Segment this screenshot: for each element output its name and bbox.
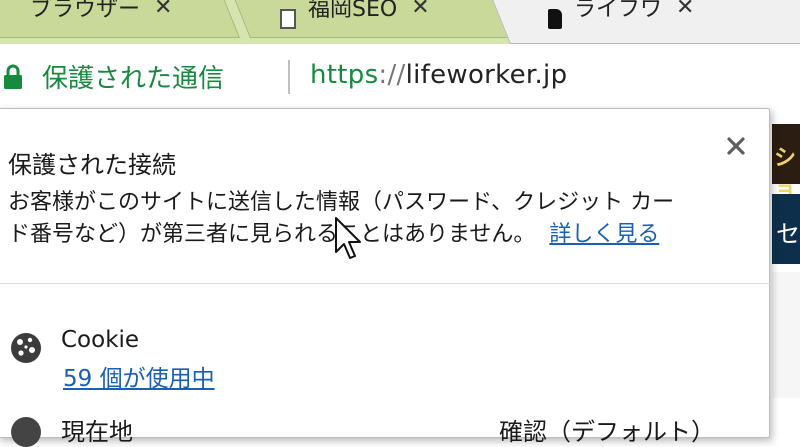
- omnibox-divider: [288, 60, 290, 94]
- tab-3-title: ライフワ: [574, 0, 663, 22]
- address-bar[interactable]: 保護された通信 https://lifeworker.jp: [0, 44, 800, 110]
- description-line-1: お客様がこのサイトに送信した情報（パスワード、クレジット カー: [8, 190, 675, 215]
- cookie-label: Cookie: [61, 327, 140, 353]
- popup-divider: [0, 283, 771, 284]
- tab-1-close-icon[interactable]: ✕: [154, 0, 172, 20]
- url-scheme: https: [310, 60, 379, 90]
- tab-2-close-icon[interactable]: ✕: [411, 0, 429, 20]
- tab-2-content: 福岡SEO ✕: [280, 0, 430, 38]
- page-nav: セ: [772, 194, 800, 264]
- page-banner: ショ: [772, 124, 800, 203]
- tab-3-close-icon[interactable]: ✕: [676, 0, 694, 20]
- page-favicon-icon: [280, 9, 296, 29]
- tab-strip: ブラウザー ✕ 福岡SEO ✕ ライフワ ✕: [0, 0, 800, 44]
- popup-title: 保護された接続: [8, 151, 176, 179]
- url-text[interactable]: https://lifeworker.jp: [310, 60, 567, 90]
- security-status-label[interactable]: 保護された通信: [42, 58, 224, 95]
- mouse-cursor-icon: [335, 217, 361, 259]
- url-separator: ://: [378, 60, 406, 90]
- popup-description: お客様がこのサイトに送信した情報（パスワード、クレジット カー ド番号など）が第…: [8, 187, 748, 251]
- location-label: 現在地: [61, 418, 133, 446]
- site-info-popup: 保護された接続 お客様がこのサイトに送信した情報（パスワード、クレジット カー …: [0, 108, 771, 447]
- learn-more-link[interactable]: 詳しく見る: [549, 222, 659, 247]
- tab-3-content: ライフワ ✕: [548, 0, 694, 38]
- location-icon: [11, 417, 41, 447]
- tab-2-title: 福岡SEO: [308, 0, 398, 22]
- close-icon[interactable]: [721, 131, 751, 161]
- cookie-count-link[interactable]: 59 個が使用中: [63, 359, 215, 393]
- cookie-icon: [11, 333, 41, 363]
- tab-1-content: ブラウザー ✕: [30, 0, 172, 38]
- description-line-2: ド番号など）が第三者に見られることはありません。 詳しく見る: [8, 219, 748, 251]
- location-permission-select[interactable]: 確認（デフォルト）: [499, 412, 715, 447]
- background-page: ショ セ: [772, 112, 800, 426]
- lock-icon[interactable]: [3, 64, 23, 90]
- url-host: lifeworker.jp: [405, 60, 568, 90]
- tab-1-title: ブラウザー: [30, 0, 141, 22]
- description-line-2-text: ド番号など）が第三者に見られることはありません。: [8, 222, 536, 247]
- page-nav-text: セ: [776, 220, 800, 248]
- site-favicon-icon: [548, 9, 562, 29]
- page-content: [772, 272, 800, 398]
